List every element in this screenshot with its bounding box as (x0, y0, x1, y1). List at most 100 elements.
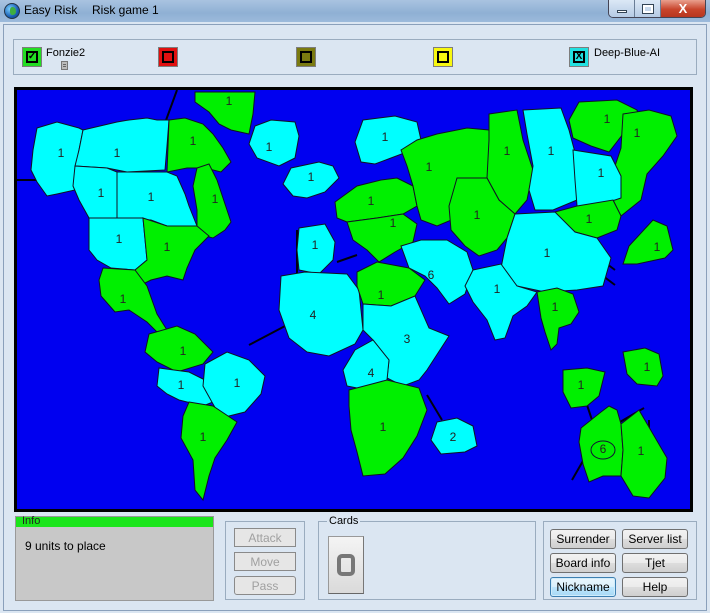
territory-kamchatka[interactable] (612, 109, 678, 217)
army-count-eastern-canada: 1 (212, 192, 219, 206)
territory-south-africa[interactable] (348, 379, 428, 477)
army-count-egypt: 1 (378, 288, 385, 302)
army-count-alaska: 1 (58, 146, 65, 160)
territory-argentina[interactable] (180, 401, 238, 502)
ai-x-icon: X (573, 51, 585, 63)
player-color-box-5[interactable]: X (569, 47, 589, 67)
army-count-siberia: 1 (548, 144, 555, 158)
maximize-button[interactable] (635, 0, 661, 17)
army-count-kamchatka: 1 (634, 126, 641, 140)
cards-group: Cards (318, 515, 536, 600)
close-icon: X (678, 1, 688, 16)
empty-slot-icon (437, 51, 449, 63)
info-panel: Info 9 units to place (15, 515, 214, 601)
army-count-south-africa: 1 (380, 420, 387, 434)
app-title: Easy Risk (24, 3, 78, 17)
army-count-scandinavia: 1 (382, 130, 389, 144)
army-count-china: 1 (544, 246, 551, 260)
close-button[interactable]: X (661, 0, 705, 17)
sea-route (164, 90, 178, 124)
board-info-button[interactable]: Board info (550, 553, 616, 573)
nickname-button[interactable]: Nickname (550, 577, 616, 597)
player-color-box-4[interactable] (433, 47, 453, 67)
surrender-button[interactable]: Surrender (550, 529, 616, 549)
help-button[interactable]: Help (622, 577, 688, 597)
empty-slot-icon (300, 51, 312, 63)
army-count-central-america: 1 (120, 292, 127, 306)
title-bar: Easy Risk Risk game 1 X (0, 0, 710, 22)
empty-slot-icon (162, 51, 174, 63)
territory-north-africa[interactable] (278, 271, 364, 357)
army-count-great-britain: 1 (308, 170, 315, 184)
current-player-bar (16, 517, 213, 527)
player-name-1: Fonzie2 (46, 47, 86, 59)
army-count-afghanistan: 1 (474, 208, 481, 222)
attack-button[interactable]: Attack (234, 528, 296, 547)
minimize-icon (616, 10, 627, 13)
player-color-box-2[interactable] (158, 47, 178, 67)
army-count-northwest-territory: 1 (114, 146, 121, 160)
army-count-north-africa: 4 (310, 308, 317, 322)
world-map[interactable]: 1 1 1 1 1 1 1 1 1 1 1 1 1 1 1 1 1 1 1 1 1 4 1 3 4 1 2 6 1 1 1 1 1 1 1 1 1 1 1 1… (17, 90, 690, 509)
army-count-iceland: 1 (266, 140, 273, 154)
army-count-greenland: 1 (226, 94, 233, 108)
pass-button[interactable]: Pass (234, 576, 296, 595)
army-count-western-us: 1 (116, 232, 123, 246)
card-button[interactable] (328, 536, 364, 594)
army-count-congo: 4 (368, 366, 375, 380)
player-color-box-3[interactable] (296, 47, 316, 67)
cards-label: Cards (327, 515, 361, 527)
info-label: Info (22, 515, 41, 527)
army-count-peru: 1 (178, 378, 185, 392)
army-count-middle-east: 6 (428, 268, 435, 282)
player-name-5: Deep-Blue-AI (594, 47, 661, 59)
world-map-frame: 1 1 1 1 1 1 1 1 1 1 1 1 1 1 1 1 1 1 1 1 1 4 1 3 4 1 2 6 1 1 1 1 1 1 1 1 1 1 1 1… (14, 87, 693, 512)
army-count-argentina: 1 (200, 430, 207, 444)
game-title: Risk game 1 (92, 3, 159, 17)
player-bar: ✓ Fonzie2 X Deep-Blue-AI (13, 39, 697, 75)
territory-siberia[interactable] (522, 107, 578, 211)
army-count-northern-europe: 1 (368, 194, 375, 208)
army-count-southern-europe: 1 (390, 216, 397, 230)
army-count-alberta: 1 (98, 186, 105, 200)
server-list-button[interactable]: Server list (622, 529, 688, 549)
army-count-east-africa: 3 (404, 332, 411, 346)
army-count-western-australia: 6 (600, 442, 607, 456)
army-count-indonesia: 1 (578, 378, 585, 392)
army-count-new-guinea: 1 (644, 360, 651, 374)
globe-icon (4, 3, 20, 19)
move-button[interactable]: Move (234, 552, 296, 571)
window-controls: X (608, 0, 706, 18)
army-count-venezuela: 1 (180, 344, 187, 358)
army-count-western-europe: 1 (312, 238, 319, 252)
territory-japan[interactable] (622, 219, 674, 265)
action-group: Attack Move Pass (225, 521, 305, 600)
army-count-india: 1 (494, 282, 501, 296)
player-color-box-1[interactable]: ✓ (22, 47, 42, 67)
territory-quebec-north[interactable] (166, 117, 232, 173)
army-count-ukraine: 1 (426, 160, 433, 174)
info-message: 9 units to place (25, 539, 106, 553)
sea-route (426, 394, 443, 421)
army-count-brazil: 1 (234, 376, 241, 390)
sea-route (248, 324, 288, 346)
army-count-ural: 1 (504, 144, 511, 158)
army-count-eastern-australia: 1 (638, 444, 645, 458)
army-count-yakutsk: 1 (604, 112, 611, 126)
minimize-button[interactable] (609, 0, 635, 17)
territory-eastern-us[interactable] (134, 217, 210, 287)
army-count-siam: 1 (552, 300, 559, 314)
territory-iceland[interactable] (248, 119, 300, 167)
army-count-mongolia: 1 (586, 212, 593, 226)
territory-siam[interactable] (536, 287, 580, 351)
army-count-madagascar: 2 (450, 430, 457, 444)
territory-northwest-territory[interactable] (74, 117, 170, 173)
army-count-japan: 1 (654, 240, 661, 254)
territory-alberta[interactable] (72, 165, 118, 219)
army-count-irkutsk: 1 (598, 166, 605, 180)
maximize-icon (641, 3, 654, 14)
army-count-eastern-us: 1 (164, 240, 171, 254)
army-count-quebec-north: 1 (190, 134, 197, 148)
menu-group: Surrender Server list Board info Tjet Ni… (543, 521, 697, 600)
chat-button[interactable]: Tjet (622, 553, 688, 573)
